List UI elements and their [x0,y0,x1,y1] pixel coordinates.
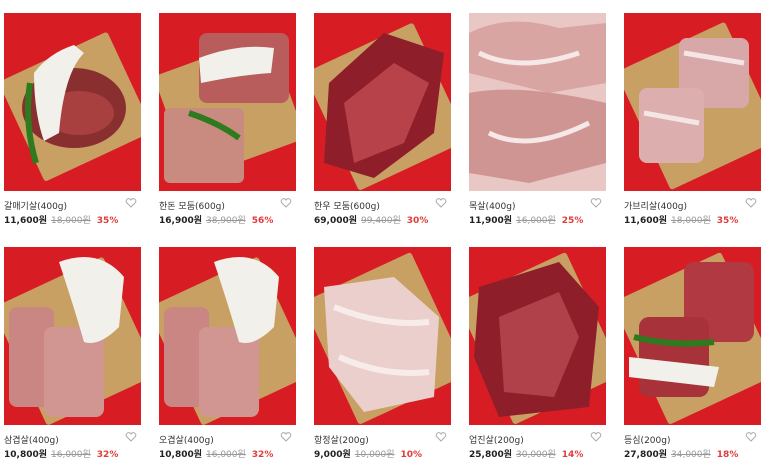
product-image[interactable] [159,13,296,191]
original-price: 10,000원 [354,450,395,460]
product-image[interactable] [469,247,606,425]
heart-icon[interactable] [125,197,137,209]
product-name[interactable]: 업진살(200g) [469,433,524,446]
product-card[interactable]: 갈매기살(400g) 11,600원 18,000원 35% [4,13,143,226]
product-card[interactable]: 삼겹살(400g) 10,800원 16,000원 32% [4,247,143,460]
original-price: 38,900원 [206,216,246,226]
price-row: 11,900원 16,000원 25% [469,213,583,226]
original-price: 16,000원 [206,450,246,460]
product-image[interactable] [314,13,451,191]
heart-icon[interactable] [435,197,447,209]
original-price: 34,000원 [671,450,711,460]
discount-rate: 35% [96,216,119,226]
original-price: 16,000원 [516,216,556,226]
sale-price: 69,000원 [314,216,358,226]
product-card[interactable]: 오겹살(400g) 10,800원 16,000원 32% [159,247,298,460]
original-price: 99,400원 [361,216,401,226]
discount-rate: 30% [406,216,429,226]
product-card[interactable]: 업진살(200g) 25,800원 30,000원 14% [469,247,608,460]
discount-rate: 14% [561,450,584,460]
product-card[interactable]: 항정살(200g) 9,000원 10,000원 10% [314,247,453,460]
product-image[interactable] [4,247,141,425]
product-name[interactable]: 등심(200g) [624,433,670,446]
price-row: 10,800원 16,000원 32% [159,447,273,460]
sale-price: 16,900원 [159,216,203,226]
heart-icon[interactable] [435,431,447,443]
heart-icon[interactable] [280,431,292,443]
sale-price: 11,900원 [469,216,513,226]
original-price: 18,000원 [51,216,91,226]
discount-rate: 10% [400,450,423,460]
sale-price: 25,800원 [469,450,513,460]
price-row: 11,600원 18,000원 35% [624,213,738,226]
original-price: 16,000원 [51,450,91,460]
heart-icon[interactable] [125,431,137,443]
original-price: 18,000원 [671,216,711,226]
product-name[interactable]: 한돈 모둠(600g) [159,199,225,212]
product-name[interactable]: 가브리살(400g) [624,199,687,212]
heart-icon[interactable] [745,431,757,443]
discount-rate: 32% [96,450,119,460]
sale-price: 27,800원 [624,450,668,460]
product-card[interactable]: 가브리살(400g) 11,600원 18,000원 35% [624,13,763,226]
price-row: 69,000원 99,400원 30% [314,213,428,226]
product-card[interactable]: 한돈 모둠(600g) 16,900원 38,900원 56% [159,13,298,226]
product-image[interactable] [469,13,606,191]
discount-rate: 25% [561,216,584,226]
discount-rate: 18% [716,450,739,460]
heart-icon[interactable] [280,197,292,209]
heart-icon[interactable] [745,197,757,209]
product-image[interactable] [4,13,141,191]
product-image[interactable] [314,247,451,425]
product-image[interactable] [624,247,761,425]
price-row: 11,600원 18,000원 35% [4,213,118,226]
heart-icon[interactable] [590,431,602,443]
discount-rate: 56% [251,216,274,226]
price-row: 10,800원 16,000원 32% [4,447,118,460]
price-row: 27,800원 34,000원 18% [624,447,738,460]
price-row: 16,900원 38,900원 56% [159,213,273,226]
product-name[interactable]: 한우 모둠(600g) [314,199,380,212]
product-name[interactable]: 항정살(200g) [314,433,369,446]
price-row: 9,000원 10,000원 10% [314,447,422,460]
sale-price: 11,600원 [4,216,48,226]
product-card[interactable]: 등심(200g) 27,800원 34,000원 18% [624,247,763,460]
product-name[interactable]: 오겹살(400g) [159,433,214,446]
sale-price: 10,800원 [159,450,203,460]
heart-icon[interactable] [590,197,602,209]
product-card[interactable]: 목살(400g) 11,900원 16,000원 25% [469,13,608,226]
product-name[interactable]: 목살(400g) [469,199,515,212]
product-image[interactable] [624,13,761,191]
original-price: 30,000원 [516,450,556,460]
price-row: 25,800원 30,000원 14% [469,447,583,460]
discount-rate: 35% [716,216,739,226]
product-name[interactable]: 갈매기살(400g) [4,199,67,212]
sale-price: 10,800원 [4,450,48,460]
discount-rate: 32% [251,450,274,460]
product-card[interactable]: 한우 모둠(600g) 69,000원 99,400원 30% [314,13,453,226]
product-name[interactable]: 삼겹살(400g) [4,433,59,446]
sale-price: 9,000원 [314,450,351,460]
sale-price: 11,600원 [624,216,668,226]
product-image[interactable] [159,247,296,425]
product-grid: 갈매기살(400g) 11,600원 18,000원 35% 한돈 모둠(600g)… [0,0,773,460]
